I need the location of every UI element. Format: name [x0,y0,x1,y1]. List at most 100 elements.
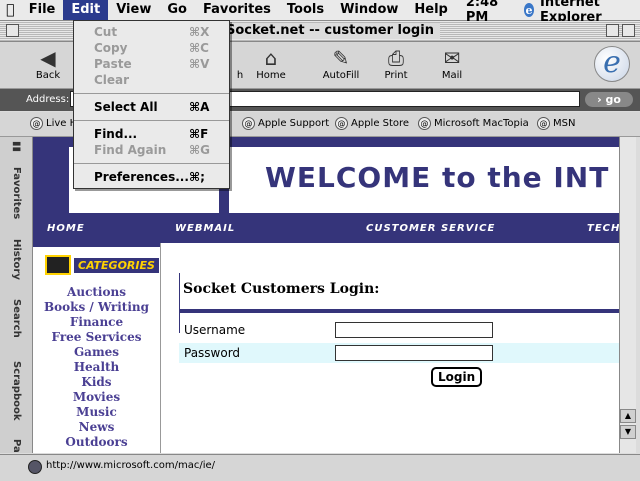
nav-home[interactable]: HOME [47,223,85,234]
categories-label: CATEGORIES [74,257,159,273]
category-link-books-writing[interactable]: Books / Writing [33,300,160,315]
favorite-apple-store[interactable]: @ Apple Store [335,117,409,130]
password-row: Password [179,343,619,363]
home-icon: ⌂ [264,46,278,70]
menu-separator [74,120,229,121]
menu-view[interactable]: View [108,0,159,20]
go-label: go [605,93,621,106]
back-label: Back [35,70,61,81]
globe-icon [28,460,42,474]
menu-item-label: Find Again [94,143,167,157]
category-link-movies[interactable]: Movies [33,390,160,405]
menu-item-find[interactable]: Find... ⌘F [74,126,229,142]
category-link-finance[interactable]: Finance [33,315,160,330]
login-button[interactable]: Login [431,367,483,387]
scroll-down-arrow-icon[interactable]: ▼ [620,425,636,439]
menu-help[interactable]: Help [406,0,455,20]
category-link-kids[interactable]: Kids [33,375,160,390]
menu-item-shortcut: ⌘V [189,57,210,71]
menu-item-select-all[interactable]: Select All ⌘A [74,99,229,115]
nav-tech[interactable]: TECH [587,223,619,234]
ie-logo-icon: e [594,46,630,82]
mail-button[interactable]: ✉ Mail [427,46,477,81]
autofill-label: AutoFill [322,70,360,81]
favorite-link-icon: @ [335,117,348,130]
favorite-label: Microsoft MacTopia [434,118,529,129]
menu-item-label: Copy [94,41,128,55]
menu-window[interactable]: Window [332,0,406,20]
autofill-button[interactable]: ✎ AutoFill [316,46,366,81]
zoom-box-icon[interactable] [606,24,619,37]
login-panel: Socket Customers Login: Username Passwor… [161,243,619,453]
favorite-msn[interactable]: @ MSN [537,117,575,130]
menu-item-cut[interactable]: Cut ⌘X [74,24,229,40]
favorite-link-icon: @ [242,117,255,130]
menu-tools[interactable]: Tools [279,0,332,20]
categories-list: Auctions Books / Writing Finance Free Se… [33,285,160,450]
scroll-up-arrow-icon[interactable]: ▲ [620,409,636,423]
menu-go[interactable]: Go [159,0,195,20]
menu-item-find-again[interactable]: Find Again ⌘G [74,142,229,158]
menu-file[interactable]: File [21,0,64,20]
favorite-live-home[interactable]: @ Live H [30,117,77,130]
favorite-label: Apple Store [351,118,410,129]
menu-edit[interactable]: Edit [63,0,109,20]
menu-item-label: Preferences... [94,170,189,184]
username-row: Username [179,320,619,340]
menu-separator [74,93,229,94]
address-label: Address: [26,94,70,105]
category-link-auctions[interactable]: Auctions [33,285,160,300]
internet-explorer-icon: e [523,3,535,17]
menu-item-shortcut: ⌘G [189,143,210,157]
printer-icon: ⎙ [388,46,404,70]
welcome-banner: WELCOME to the INT [229,147,619,213]
search-label: h [236,70,244,81]
menu-favorites[interactable]: Favorites [195,0,279,20]
favorite-apple-support[interactable]: @ Apple Support [242,117,329,130]
menu-item-paste[interactable]: Paste ⌘V [74,56,229,72]
divider [179,309,619,313]
favorite-label: MSN [553,118,576,129]
home-label: Home [256,70,286,81]
menu-item-label: Select All [94,100,158,114]
menu-item-label: Find... [94,127,138,141]
category-link-music[interactable]: Music [33,405,160,420]
back-button[interactable]: ◀ Back [23,46,73,81]
monitor-icon [45,255,71,275]
favorite-label: Apple Support [258,118,330,129]
vertical-scrollbar[interactable]: ▲ ▼ [619,137,636,453]
menu-item-label: Clear [94,73,130,87]
categories-sidebar: CATEGORIES Auctions Books / Writing Fina… [33,243,161,453]
print-button[interactable]: ⎙ Print [371,46,421,81]
category-link-games[interactable]: Games [33,345,160,360]
welcome-heading: WELCOME to the INT [265,161,610,194]
autofill-pen-icon: ✎ [332,46,350,70]
password-input[interactable] [335,345,493,361]
menu-item-shortcut: ⌘C [189,41,209,55]
nav-webmail[interactable]: WEBMAIL [175,223,235,234]
login-title: Socket Customers Login: [183,281,380,297]
menu-item-copy[interactable]: Copy ⌘C [74,40,229,56]
category-link-free-services[interactable]: Free Services [33,330,160,345]
menu-item-shortcut: ⌘F [189,127,209,141]
menu-item-shortcut: ⌘X [189,25,210,39]
menu-item-shortcut: ⌘A [189,100,210,114]
back-arrow-icon: ◀ [40,46,56,70]
password-label: Password [184,346,241,360]
favorite-link-icon: @ [537,117,550,130]
mail-envelope-icon: ✉ [443,46,461,70]
favorite-mactopia[interactable]: @ Microsoft MacTopia [418,117,529,130]
category-link-outdoors[interactable]: Outdoors [33,435,160,450]
menu-item-clear[interactable]: Clear [74,72,229,88]
username-input[interactable] [335,322,493,338]
category-link-news[interactable]: News [33,420,160,435]
category-link-health[interactable]: Health [33,360,160,375]
menu-item-preferences[interactable]: Preferences... ⌘; [74,169,229,185]
collapse-box-icon[interactable] [622,24,635,37]
apple-menu-icon[interactable]:  [0,2,21,18]
close-box-icon[interactable] [6,24,19,37]
go-button[interactable]: › go [585,92,633,107]
home-button[interactable]: ⌂ Home [246,46,296,81]
menu-separator [74,163,229,164]
nav-customer-service[interactable]: CUSTOMER SERVICE [366,223,495,234]
